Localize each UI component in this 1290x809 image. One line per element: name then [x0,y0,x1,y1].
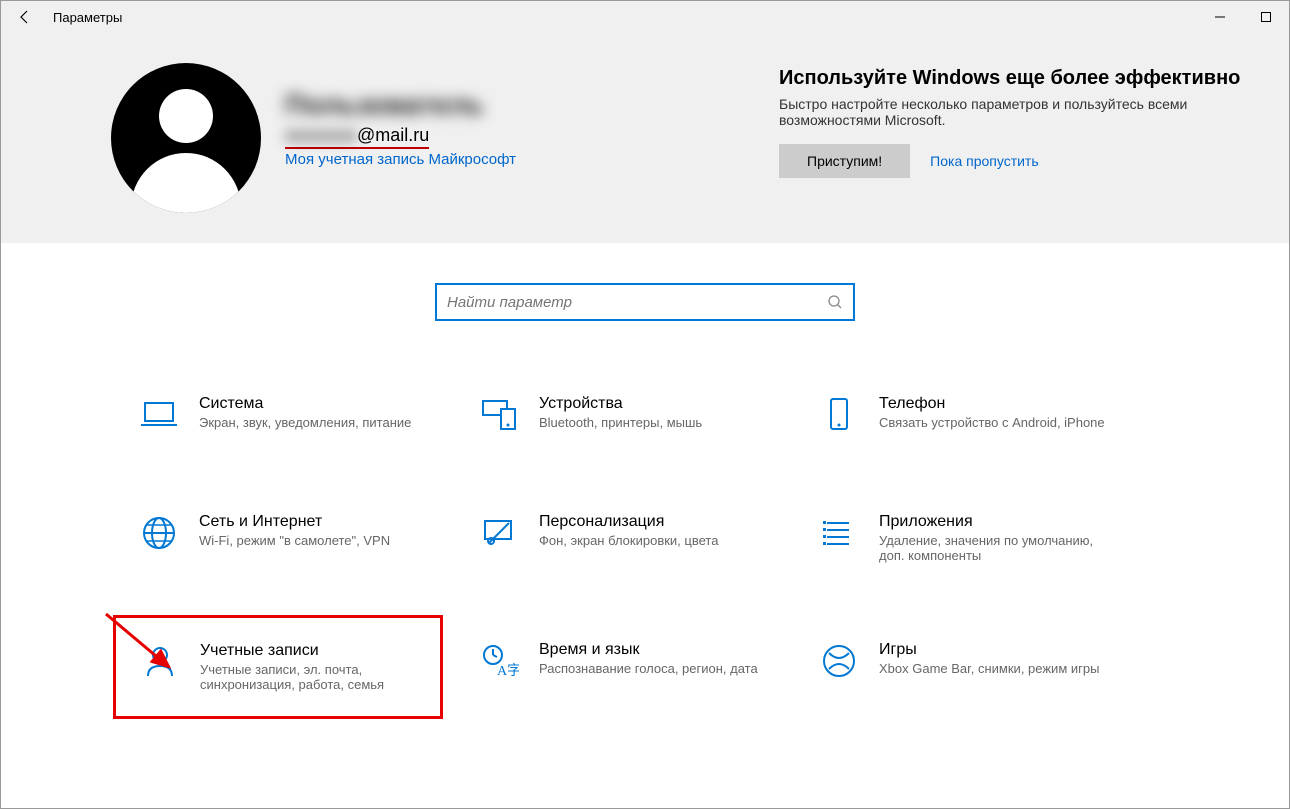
ms-account-link[interactable]: Моя учетная запись Майкрософт [285,151,516,168]
minimize-button[interactable] [1197,1,1243,33]
search-input[interactable] [447,294,827,311]
tile-sub: Удаление, значения по умолчанию, доп. ко… [879,533,1109,563]
email-suffix: @mail.ru [357,125,429,145]
arrow-left-icon [17,9,33,25]
back-button[interactable] [1,1,49,33]
tile-network[interactable]: Сеть и Интернет Wi-Fi, режим "в самолете… [135,509,445,567]
tile-sub: Wi-Fi, режим "в самолете", VPN [199,533,390,548]
tile-title: Время и язык [539,641,758,659]
avatar [111,63,261,213]
maximize-icon [1261,12,1271,22]
tile-sub: Экран, звук, уведомления, питание [199,415,411,430]
tile-title: Учетные записи [200,642,430,660]
tile-gaming[interactable]: Игры Xbox Game Bar, снимки, режим игры [815,637,1125,719]
tile-sub: Bluetooth, принтеры, мышь [539,415,702,430]
globe-icon [139,513,179,553]
tile-title: Сеть и Интернет [199,513,390,531]
search-container [1,243,1289,341]
tile-title: Система [199,395,411,413]
phone-icon [819,395,859,435]
email-prefix: xxxxxxxx [285,125,357,146]
tile-title: Игры [879,641,1099,659]
paint-icon [479,513,519,553]
tile-title: Приложения [879,513,1109,531]
person-icon [140,642,180,682]
laptop-icon [139,395,179,435]
promo-start-button[interactable]: Приступим! [779,144,910,178]
promo-title: Используйте Windows еще более эффективно [779,67,1249,90]
user-info: Пользователь xxxxxxxx@mail.ru Моя учетна… [285,63,516,168]
promo-skip-link[interactable]: Пока пропустить [930,153,1038,169]
tile-devices[interactable]: Устройства Bluetooth, принтеры, мышь [475,391,785,439]
header: Пользователь xxxxxxxx@mail.ru Моя учетна… [1,33,1289,243]
window-controls [1197,1,1289,33]
time-lang-icon: A字 [479,641,519,681]
tile-personalization[interactable]: Персонализация Фон, экран блокировки, цв… [475,509,785,567]
tile-title: Устройства [539,395,702,413]
tile-phone[interactable]: Телефон Связать устройство с Android, iP… [815,391,1125,439]
devices-icon [479,395,519,435]
tile-title: Персонализация [539,513,718,531]
tile-title: Телефон [879,395,1105,413]
search-icon [827,294,843,310]
user-email: xxxxxxxx@mail.ru [285,125,429,149]
categories-grid: Система Экран, звук, уведомления, питани… [1,341,1289,719]
maximize-button[interactable] [1243,1,1289,33]
tile-apps[interactable]: Приложения Удаление, значения по умолчан… [815,509,1125,567]
search-box[interactable] [435,283,855,321]
user-block: Пользователь xxxxxxxx@mail.ru Моя учетна… [111,63,516,213]
tile-system[interactable]: Система Экран, звук, уведомления, питани… [135,391,445,439]
minimize-icon [1215,12,1225,22]
svg-text:A字: A字 [497,663,519,679]
tile-sub: Xbox Game Bar, снимки, режим игры [879,661,1099,676]
titlebar: Параметры [1,1,1289,33]
window-title: Параметры [49,10,122,25]
apps-icon [819,513,859,553]
tile-time-language[interactable]: A字 Время и язык Распознавание голоса, ре… [475,637,785,719]
tile-sub: Распознавание голоса, регион, дата [539,661,758,676]
tile-sub: Учетные записи, эл. почта, синхронизация… [200,662,430,692]
tile-sub: Фон, экран блокировки, цвета [539,533,718,548]
promo: Используйте Windows еще более эффективно… [779,63,1249,178]
tile-sub: Связать устройство с Android, iPhone [879,415,1105,430]
tile-accounts[interactable]: Учетные записи Учетные записи, эл. почта… [113,615,443,719]
xbox-icon [819,641,859,681]
promo-subtitle: Быстро настройте несколько параметров и … [779,96,1249,128]
user-name: Пользователь [285,89,516,121]
